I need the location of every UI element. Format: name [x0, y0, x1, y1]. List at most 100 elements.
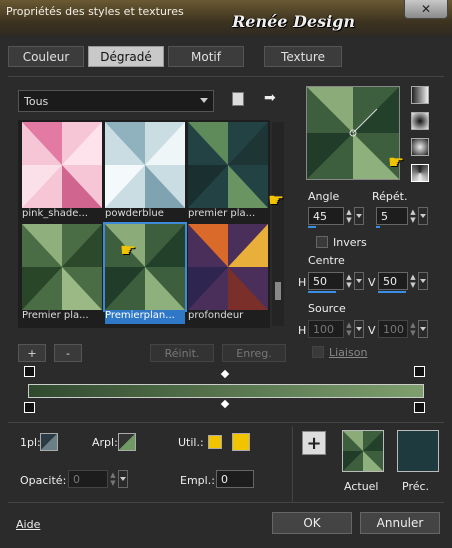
chevron-down-icon	[200, 98, 208, 103]
library-dropdown[interactable]: Tous	[18, 90, 214, 112]
bg-label: Arpl:	[92, 436, 118, 449]
midpoint-handle[interactable]	[220, 399, 230, 409]
gradient-thumb-label: pink_shade...	[22, 208, 88, 219]
center-h-input[interactable]: 50	[308, 272, 344, 290]
current-label: Actuel	[344, 480, 379, 493]
angle-stepper[interactable]: ▲ ▼	[344, 207, 354, 225]
close-button[interactable]: ✕	[404, 0, 448, 19]
center-v-input[interactable]: 50	[378, 272, 408, 290]
reset-button[interactable]: Réinit.	[150, 344, 214, 362]
repeat-input[interactable]: 5	[376, 207, 408, 225]
angle-input[interactable]: 45	[308, 207, 344, 225]
style-linear-button[interactable]	[411, 86, 429, 104]
source-h-label: H	[298, 324, 307, 337]
help-link[interactable]: Aide	[16, 518, 40, 531]
invert-checkbox[interactable]	[316, 236, 328, 248]
style-sunburst-button[interactable]	[411, 164, 429, 182]
arrow-right-icon[interactable]: ➡	[264, 90, 276, 106]
remove-gradient-button[interactable]: -	[54, 344, 82, 362]
use-label: Util.:	[178, 436, 204, 449]
use-swatch-1[interactable]	[208, 435, 222, 449]
library-dropdown-value: Tous	[24, 94, 49, 108]
angle-dropdown[interactable]	[354, 207, 364, 225]
use-swatch-2[interactable]	[232, 433, 250, 451]
color-stop-top-right[interactable]	[414, 366, 425, 377]
midpoint-handle[interactable]	[220, 369, 230, 379]
source-h-dropdown[interactable]	[354, 320, 364, 338]
gradient-thumb-label: powderblue	[105, 208, 164, 219]
scrollbar-thumb[interactable]	[275, 282, 281, 300]
color-stop-top-left[interactable]	[24, 366, 35, 377]
angle-slider[interactable]	[308, 226, 316, 228]
gradient-thumb-label: Premier pla...	[22, 310, 89, 321]
center-h-dropdown[interactable]	[354, 272, 364, 290]
source-h-stepper[interactable]: ▲ ▼	[344, 320, 354, 338]
opacity-input[interactable]: 0	[68, 470, 108, 488]
center-h-stepper[interactable]: ▲ ▼	[344, 272, 354, 290]
previous-swatch[interactable]	[397, 430, 439, 472]
background-swatch[interactable]	[118, 433, 136, 451]
link-label: Liaison	[329, 346, 368, 359]
source-label: Source	[308, 302, 346, 315]
library-icon[interactable]	[232, 92, 244, 106]
center-v-dropdown[interactable]	[418, 272, 428, 290]
opacity-stepper[interactable]: ▲ ▼	[108, 470, 118, 488]
center-label: Centre	[308, 254, 345, 267]
style-radial-button[interactable]	[411, 138, 429, 156]
add-swatch-button[interactable]: +	[302, 431, 326, 455]
fg-label: 1pl:	[20, 436, 41, 449]
save-button[interactable]: Enreg.	[222, 344, 286, 362]
color-stop-bottom-left[interactable]	[24, 402, 35, 413]
source-v-input[interactable]: 100	[378, 320, 408, 338]
repeat-dropdown[interactable]	[418, 207, 428, 225]
current-swatch[interactable]	[342, 430, 384, 472]
center-h-slider[interactable]	[308, 291, 336, 293]
source-v-label: V	[368, 324, 376, 337]
gradient-editor-bar[interactable]	[28, 384, 424, 398]
gradient-thumb-selected[interactable]: Premierplan...	[103, 222, 187, 324]
divider	[292, 426, 293, 502]
opacity-dropdown[interactable]	[118, 470, 128, 488]
gallery-scrollbar[interactable]	[272, 122, 284, 326]
gradient-thumb[interactable]: pink_shade...	[22, 122, 102, 219]
previous-label: Préc.	[402, 480, 430, 493]
source-v-dropdown[interactable]	[418, 320, 428, 338]
source-h-input[interactable]: 100	[308, 320, 344, 338]
angle-label: Angle	[308, 190, 340, 203]
tab-degrade[interactable]: Dégradé	[88, 46, 164, 67]
foreground-swatch[interactable]	[40, 433, 58, 451]
gradient-thumb[interactable]: Premier pla...	[22, 224, 102, 321]
gradient-thumb[interactable]: powderblue	[105, 122, 185, 219]
divider	[8, 502, 444, 503]
pointer-hand-icon: ☛	[388, 152, 405, 173]
gradient-thumb-label: profondeur	[188, 310, 244, 321]
add-gradient-button[interactable]: +	[18, 344, 46, 362]
tab-motif[interactable]: Motif	[168, 46, 244, 67]
gradient-thumb[interactable]: premier pla...	[188, 122, 268, 219]
gradient-thumb-label: Premierplan...	[105, 310, 185, 324]
divider	[8, 422, 444, 423]
window-title: Propriétés des styles et textures	[6, 5, 184, 18]
invert-label: Invers	[333, 236, 367, 249]
gradient-preview[interactable]	[306, 86, 400, 180]
repeat-stepper[interactable]: ▲ ▼	[408, 207, 418, 225]
gradient-thumb[interactable]: profondeur	[188, 224, 268, 321]
center-v-slider[interactable]	[378, 291, 406, 293]
source-v-stepper[interactable]: ▲ ▼	[408, 320, 418, 338]
gradient-thumb-label: premier pla...	[188, 208, 256, 219]
center-v-label: V	[368, 276, 376, 289]
pointer-hand-icon: ☛	[120, 240, 137, 261]
tab-texture[interactable]: Texture	[264, 46, 342, 67]
tab-couleur[interactable]: Couleur	[8, 46, 84, 67]
watermark-logo: Renée Design	[232, 12, 355, 31]
center-v-stepper[interactable]: ▲ ▼	[408, 272, 418, 290]
cancel-button[interactable]: Annuler	[360, 512, 440, 534]
location-input[interactable]: 0	[216, 470, 254, 488]
center-h-label: H	[298, 276, 307, 289]
style-rectangular-button[interactable]	[411, 112, 429, 130]
repeat-slider[interactable]	[376, 226, 380, 228]
ok-button[interactable]: OK	[272, 512, 352, 534]
color-stop-bottom-right[interactable]	[414, 402, 425, 413]
pointer-hand-icon: ☛	[268, 190, 285, 211]
link-checkbox[interactable]	[312, 346, 324, 358]
